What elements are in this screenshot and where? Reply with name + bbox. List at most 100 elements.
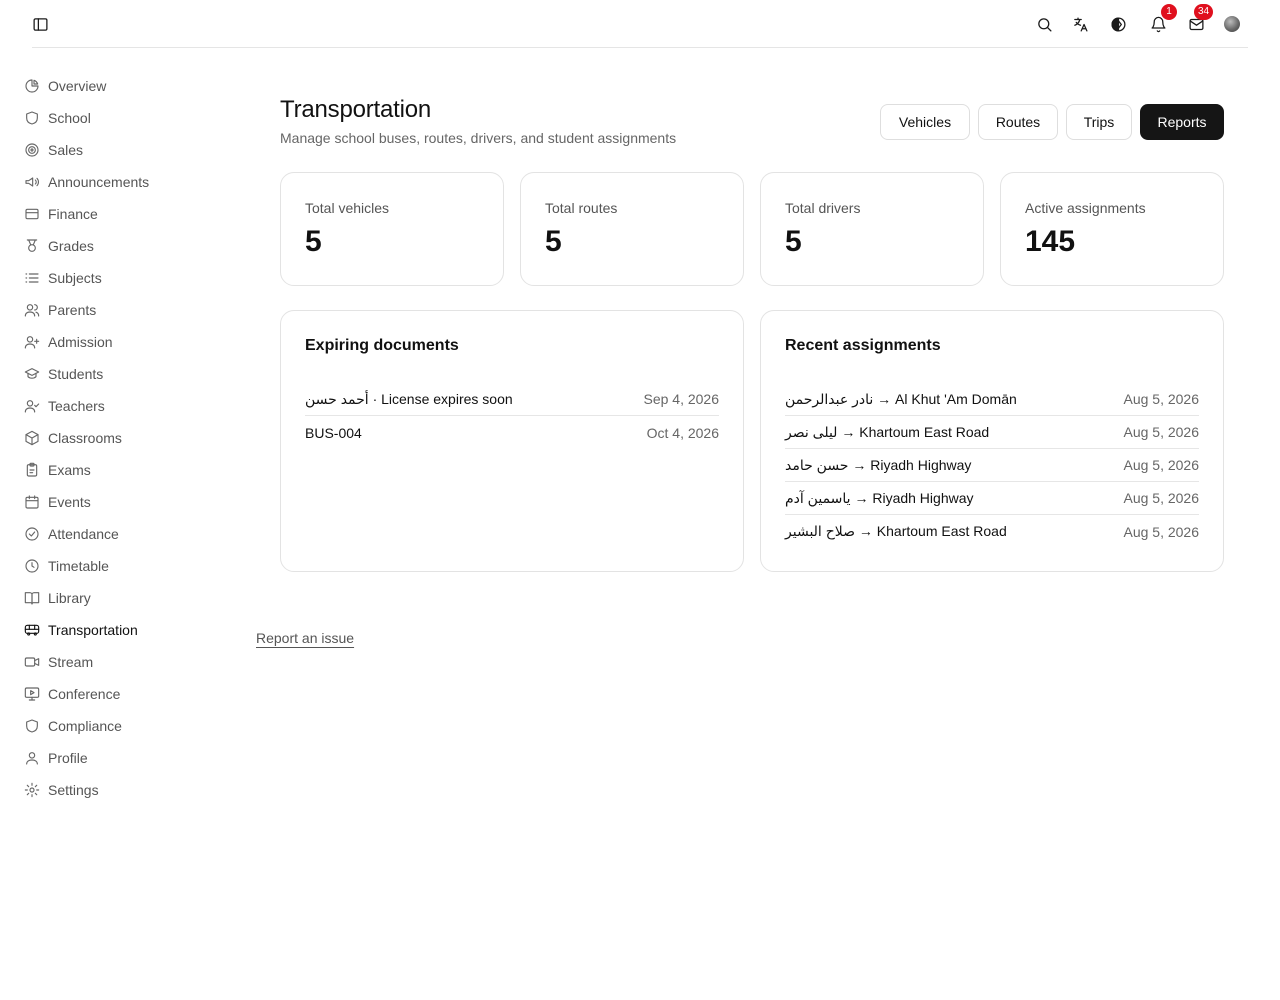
sidebar-item-timetable[interactable]: Timetable <box>24 554 109 578</box>
sidebar-item-label: Students <box>48 366 104 382</box>
sidebar-item-label: Conference <box>48 686 121 702</box>
sidebar-item-events[interactable]: Events <box>24 490 91 514</box>
document-name: أحمد حسن · License expires soon <box>305 390 513 407</box>
shield-icon <box>26 111 38 125</box>
sidebar-item-school[interactable]: School <box>24 106 91 130</box>
stat-label: Total vehicles <box>305 200 390 216</box>
list-item[interactable]: BUS-004 Oct 4, 2026 <box>305 416 719 449</box>
notifications-button[interactable]: 1 <box>1144 4 1177 38</box>
megaphone-icon <box>25 177 39 187</box>
clipboard-icon <box>26 462 38 477</box>
medal-icon <box>26 239 38 252</box>
sidebar-item-label: School <box>48 110 91 126</box>
assignment-name: حسن حامد → Riyadh Highway <box>785 456 972 473</box>
sidebar-item-library[interactable]: Library <box>24 586 91 610</box>
sidebar-item-label: Settings <box>48 782 99 798</box>
document-date: Oct 4, 2026 <box>646 424 719 441</box>
messages-badge: 34 <box>1194 4 1214 20</box>
sidebar-item-parents[interactable]: Parents <box>24 298 96 322</box>
trips-button[interactable]: Trips <box>1066 104 1132 140</box>
vehicles-button[interactable]: Vehicles <box>880 104 970 140</box>
list-item[interactable]: حسن حامد → Riyadh Highway Aug 5, 2026 <box>785 449 1199 482</box>
messages-button[interactable]: 34 <box>1182 4 1214 38</box>
sidebar-item-sales[interactable]: Sales <box>24 138 83 162</box>
sidebar-item-profile[interactable]: Profile <box>24 746 88 770</box>
language-button[interactable] <box>1066 10 1094 38</box>
sidebar-item-label: Finance <box>48 206 98 222</box>
sidebar-item-label: Compliance <box>48 718 122 734</box>
assignment-date: Aug 5, 2026 <box>1123 457 1199 473</box>
assignment-name: صلاح البشير → Khartoum East Road <box>785 523 1007 539</box>
expiring-documents-panel: Expiring documents أحمد حسن · License ex… <box>280 310 744 572</box>
document-name: BUS-004 <box>305 424 362 441</box>
list-item[interactable]: ياسمين آدم → Riyadh Highway Aug 5, 2026 <box>785 482 1199 515</box>
contrast-icon <box>1110 16 1126 32</box>
sidebar-item-label: Attendance <box>48 526 119 542</box>
sidebar-item-exams[interactable]: Exams <box>24 458 91 482</box>
gear-icon <box>24 782 40 798</box>
sidebar-item-teachers[interactable]: Teachers <box>24 394 105 418</box>
shield-icon <box>26 719 38 733</box>
top-bar: 1 34 <box>0 0 1280 48</box>
sidebar-item-students[interactable]: Students <box>24 362 103 386</box>
page-title: Transportation <box>280 96 432 123</box>
sidebar-item-label: Overview <box>48 78 107 94</box>
panel-title: Expiring documents <box>305 337 459 354</box>
sidebar-item-transportation[interactable]: Transportation <box>24 618 138 642</box>
reports-button[interactable]: Reports <box>1140 104 1224 140</box>
translate-icon <box>1073 16 1088 32</box>
stat-value: 145 <box>1025 225 1076 258</box>
theme-toggle-button[interactable] <box>1104 10 1132 38</box>
sidebar-item-label: Classrooms <box>48 430 122 446</box>
routes-button[interactable]: Routes <box>978 104 1058 140</box>
check-circle-icon <box>25 527 39 541</box>
target-icon <box>25 143 39 157</box>
sidebar-item-admission[interactable]: Admission <box>24 330 113 354</box>
sidebar-item-announcements[interactable]: Announcements <box>24 170 149 194</box>
sidebar-item-label: Admission <box>48 334 113 350</box>
stat-value: 5 <box>785 225 802 258</box>
stat-value: 5 <box>305 225 322 258</box>
stat-label: Total routes <box>545 200 618 216</box>
search-button[interactable] <box>1030 10 1058 38</box>
clock-icon <box>25 559 39 573</box>
sidebar-item-compliance[interactable]: Compliance <box>24 714 122 738</box>
stat-card-total-drivers: Total drivers 5 <box>760 172 984 286</box>
sidebar-item-settings[interactable]: Settings <box>24 778 99 802</box>
document-date: Sep 4, 2026 <box>643 391 719 407</box>
list-item[interactable]: أحمد حسن · License expires soon Sep 4, 2… <box>305 383 719 416</box>
sidebar-item-label: Teachers <box>48 398 105 414</box>
panel-title: Recent assignments <box>785 337 941 354</box>
sidebar-item-label: Timetable <box>48 558 109 574</box>
user-plus-icon <box>24 336 40 349</box>
avatar[interactable] <box>1224 16 1240 32</box>
sidebar-item-label: Events <box>48 494 91 510</box>
sidebar-item-label: Profile <box>48 750 88 766</box>
sidebar-item-attendance[interactable]: Attendance <box>24 522 119 546</box>
sidebar-item-classrooms[interactable]: Classrooms <box>24 426 122 450</box>
notifications-badge: 1 <box>1161 4 1177 20</box>
sidebar-item-conference[interactable]: Conference <box>24 682 120 706</box>
list-item[interactable]: ليلى نصر → Khartoum East Road Aug 5, 202… <box>785 416 1199 449</box>
graduation-cap-icon <box>24 368 40 379</box>
assignment-name: ياسمين آدم → Riyadh Highway <box>785 489 974 506</box>
search-icon <box>1037 17 1052 32</box>
list-item[interactable]: نادر عبدالرحمن → Al Khut 'Am Domān Aug 5… <box>785 383 1199 416</box>
sidebar-item-finance[interactable]: Finance <box>24 202 98 226</box>
sidebar-toggle-button[interactable] <box>26 10 54 38</box>
list-item[interactable]: صلاح البشير → Khartoum East Road Aug 5, … <box>785 515 1199 548</box>
credit-card-icon <box>25 208 39 220</box>
sidebar-item-label: Library <box>48 590 91 606</box>
sidebar-item-label: Exams <box>48 462 91 478</box>
sidebar-item-label: Stream <box>48 654 94 670</box>
sidebar-item-stream[interactable]: Stream <box>24 650 93 674</box>
stat-value: 5 <box>545 225 562 258</box>
report-issue-link[interactable]: Report an issue <box>256 630 354 646</box>
sidebar-item-subjects[interactable]: Subjects <box>24 266 102 290</box>
users-icon <box>24 304 40 317</box>
sidebar-item-overview[interactable]: Overview <box>24 74 106 98</box>
stat-card-active-assignments: Active assignments 145 <box>1000 172 1224 286</box>
top-divider <box>32 47 1248 48</box>
sidebar-item-grades[interactable]: Grades <box>24 234 94 258</box>
assignment-date: Aug 5, 2026 <box>1123 391 1199 407</box>
